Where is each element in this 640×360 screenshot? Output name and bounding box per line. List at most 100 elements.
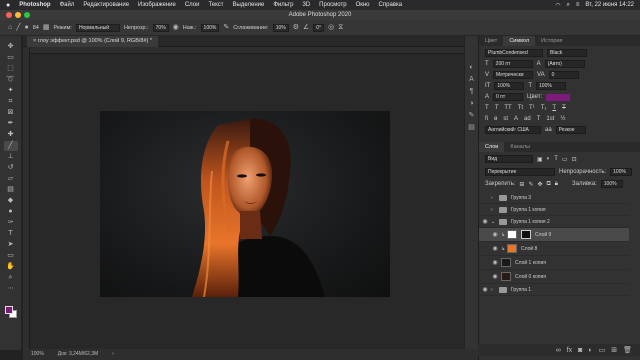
crop-tool-icon[interactable]: ⌗ xyxy=(4,97,18,107)
eye-icon[interactable]: ◉ xyxy=(489,273,501,280)
angle-input[interactable]: 0° xyxy=(313,23,325,32)
layer-row[interactable]: ◉ ↳ Слой 8 xyxy=(479,242,629,256)
minimize-button[interactable] xyxy=(15,12,21,18)
layer-row[interactable]: ◉ ⌄ Группа 1 копия 2 xyxy=(479,216,629,228)
subscript-icon[interactable]: T₁ xyxy=(541,105,547,111)
small-caps-icon[interactable]: Tt xyxy=(518,105,523,111)
eraser-tool-icon[interactable]: ▱ xyxy=(4,174,18,184)
tab-channels[interactable]: Каналы xyxy=(504,142,536,152)
filter-smart-icon[interactable]: ⊡ xyxy=(572,156,577,163)
menu-edit[interactable]: Редактирование xyxy=(83,2,129,8)
eye-icon[interactable]: ◉ xyxy=(489,245,501,252)
symmetry-icon[interactable]: ⧖ xyxy=(338,24,343,32)
trash-icon[interactable]: 🗑︎ xyxy=(623,346,632,354)
fx-icon[interactable]: fx xyxy=(567,347,572,354)
baseline-input[interactable]: 0 пт xyxy=(493,93,524,101)
stamp-tool-icon[interactable]: ⊥ xyxy=(4,152,18,162)
menu-3d[interactable]: 3D xyxy=(303,2,311,8)
antialias-select[interactable]: Резкое xyxy=(555,126,586,134)
menu-layers[interactable]: Слои xyxy=(185,2,200,8)
lock-position-icon[interactable]: ✥ xyxy=(537,181,542,188)
layer-row[interactable]: ◉ › Группа 1 xyxy=(479,284,629,296)
filter-type-icon[interactable]: T xyxy=(554,156,558,162)
layer-row[interactable]: › Группа 1 копия xyxy=(479,204,629,216)
document-tab[interactable]: × глоу эффект.psd @ 100% (Слой 9, RGB/8#… xyxy=(27,36,159,47)
chevron-right-icon[interactable]: › xyxy=(491,287,499,293)
pen-tool-icon[interactable]: ✑ xyxy=(4,218,18,228)
hand-tool-icon[interactable]: ✋ xyxy=(4,262,18,272)
menu-view[interactable]: Просмотр xyxy=(319,2,346,8)
properties-panel-icon[interactable]: ▤ xyxy=(468,124,475,132)
eye-icon[interactable]: ◉ xyxy=(489,259,501,266)
menu-filter[interactable]: Фильтр xyxy=(273,2,293,8)
path-select-tool-icon[interactable]: ➤ xyxy=(4,240,18,250)
eye-icon[interactable]: ◉ xyxy=(489,231,501,238)
leading-input[interactable]: (Авто) xyxy=(544,60,585,68)
tab-history[interactable]: История xyxy=(535,36,568,46)
mode-select[interactable]: Нормальный xyxy=(75,23,120,32)
faux-italic-icon[interactable]: T xyxy=(495,105,499,111)
gear-icon[interactable]: ⚙ xyxy=(293,24,299,32)
lock-all-icon[interactable]: 🔒︎ xyxy=(555,181,558,188)
filter-adjust-icon[interactable]: ◐ xyxy=(547,156,551,162)
brush-settings-icon[interactable]: ▦ xyxy=(43,24,50,32)
layer-row[interactable]: ◉ Слой 0 копия xyxy=(479,270,629,284)
tab-layers[interactable]: Слои xyxy=(479,142,505,152)
titling-icon[interactable]: ad xyxy=(524,116,531,122)
character-panel-icon[interactable]: A xyxy=(469,76,474,84)
app-menu[interactable]: Photoshop xyxy=(19,2,50,8)
home-icon[interactable]: ⌂ xyxy=(8,24,12,32)
brushes-panel-icon[interactable]: ✎ xyxy=(469,112,475,120)
tracking-input[interactable]: 0 xyxy=(548,71,579,79)
smoothing-input[interactable]: 10% xyxy=(272,23,289,32)
old-style-icon[interactable]: ɵ xyxy=(494,116,497,122)
zoom-level[interactable]: 100% xyxy=(31,349,44,360)
shape-tool-icon[interactable]: ▭ xyxy=(4,251,18,261)
angle-icon[interactable]: ∠ xyxy=(303,24,309,32)
artboard-tool-icon[interactable]: ▭ xyxy=(4,53,18,63)
marquee-tool-icon[interactable]: ⬚ xyxy=(4,64,18,74)
foreground-color-swatch[interactable] xyxy=(5,306,13,314)
text-color-swatch[interactable] xyxy=(546,93,571,101)
frame-tool-icon[interactable]: ⊠ xyxy=(4,108,18,118)
layer-filter-select[interactable]: Вид xyxy=(485,155,533,163)
horizontal-scale-input[interactable]: 100% xyxy=(536,82,567,90)
pressure-size-icon[interactable]: ◎ xyxy=(328,24,334,32)
paragraph-panel-icon[interactable]: ¶ xyxy=(470,88,474,96)
dodge-tool-icon[interactable]: ● xyxy=(4,207,18,217)
fractions-icon[interactable]: 1st xyxy=(546,116,554,122)
move-tool-icon[interactable]: ✥ xyxy=(4,42,18,52)
new-group-icon[interactable]: ▭ xyxy=(599,346,606,354)
kerning-select[interactable]: Метрически xyxy=(493,71,534,79)
airbrush-icon[interactable]: ✎ xyxy=(223,24,229,32)
lasso-tool-icon[interactable]: ➰ xyxy=(4,75,18,85)
layer-row-selected[interactable]: ◉ ↳ Слой 9 xyxy=(479,228,629,242)
strikethrough-icon[interactable]: T xyxy=(562,105,566,111)
brush-preset-icon[interactable]: ● xyxy=(24,24,28,32)
brush-tool-icon[interactable]: ╱ xyxy=(3,141,18,151)
zoom-tool-icon[interactable]: ⌕ xyxy=(4,273,18,283)
chevron-right-icon[interactable]: › xyxy=(491,195,499,201)
faux-bold-icon[interactable]: T xyxy=(485,105,489,111)
ligatures-icon[interactable]: fi xyxy=(485,116,488,122)
control-center-icon[interactable]: ≡ xyxy=(576,2,580,8)
close-button[interactable] xyxy=(6,12,12,18)
chevron-right-icon[interactable]: › xyxy=(491,207,499,213)
language-select[interactable]: Английский: США xyxy=(485,126,541,134)
brush-tool-icon[interactable]: ╱ xyxy=(16,24,20,32)
fraction-icon[interactable]: ½ xyxy=(560,116,565,122)
clock[interactable]: Вт, 22 июня 14:22 xyxy=(585,2,634,8)
search-icon[interactable]: ⌕ xyxy=(566,2,569,9)
color-panel-icon[interactable]: ◐ xyxy=(469,64,473,72)
layer-mask-thumbnail[interactable] xyxy=(521,230,531,239)
alternates-icon[interactable]: A xyxy=(514,116,518,122)
menu-window[interactable]: Окно xyxy=(356,2,370,8)
blur-tool-icon[interactable]: ◆ xyxy=(4,196,18,206)
new-layer-icon[interactable]: ⊞ xyxy=(611,346,617,354)
superscript-icon[interactable]: T¹ xyxy=(529,105,535,111)
menu-text[interactable]: Текст xyxy=(208,2,223,8)
all-caps-icon[interactable]: TT xyxy=(504,105,511,111)
opacity-input[interactable]: 70% xyxy=(152,23,169,32)
pressure-opacity-icon[interactable]: ◉ xyxy=(173,24,179,32)
zoom-button[interactable] xyxy=(24,12,30,18)
